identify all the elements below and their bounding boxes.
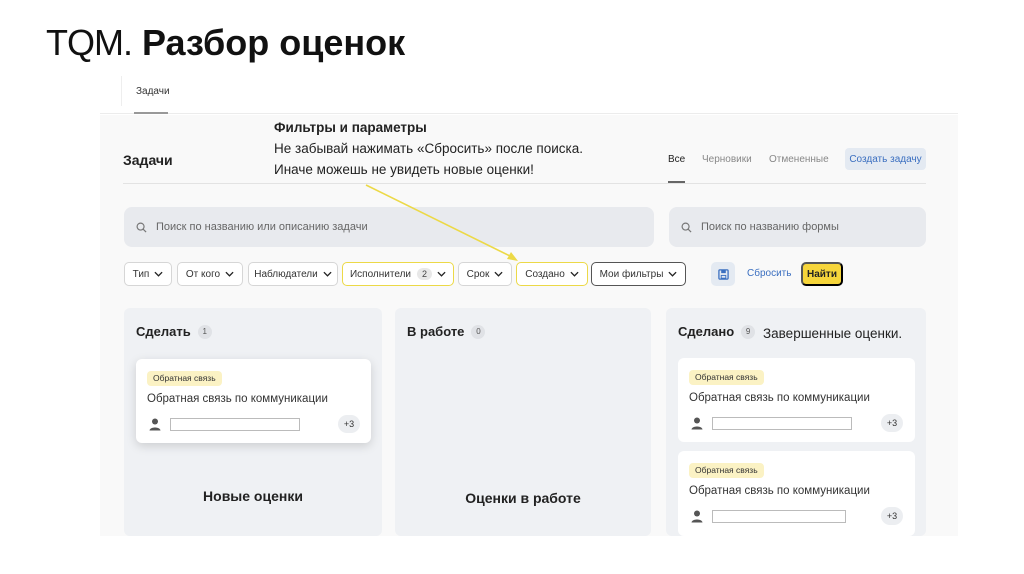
filter-my-filters[interactable]: Мои фильтры xyxy=(591,262,686,286)
chevron-down-icon xyxy=(154,271,163,277)
slide-title: TQM. Разбор оценок xyxy=(46,22,405,64)
column-todo: Сделать 1 Обратная связь Обратная связь … xyxy=(124,308,382,536)
tab-drafts[interactable]: Черновики xyxy=(702,154,752,165)
filter-from-label: От кого xyxy=(185,268,221,280)
nav-left-edge xyxy=(100,76,122,106)
create-task-button[interactable]: Создать задачу xyxy=(845,148,926,170)
annotation-line-2: Иначе можешь не увидеть новые оценки! xyxy=(274,162,534,177)
chevron-down-icon xyxy=(494,271,503,277)
form-search-placeholder: Поиск по названию формы xyxy=(701,221,839,233)
find-button[interactable]: Найти xyxy=(801,262,843,286)
tab-all[interactable]: Все xyxy=(668,154,685,165)
column-in-progress-note: Оценки в работе xyxy=(465,490,581,506)
card-extra-assignees[interactable]: +3 xyxy=(881,414,903,432)
filter-type[interactable]: Тип xyxy=(124,262,172,286)
column-in-progress-count: 0 xyxy=(471,324,486,339)
slide-title-prefix: TQM. xyxy=(46,22,133,63)
header-divider xyxy=(123,183,926,184)
nav-tab-underline xyxy=(134,112,168,114)
filter-executors[interactable]: Исполнители 2 xyxy=(342,262,454,286)
nav-tab-tasks[interactable]: Задачи xyxy=(136,86,170,97)
filter-deadline-label: Срок xyxy=(466,268,490,280)
avatar-icon xyxy=(691,417,703,430)
column-done-title: Сделано xyxy=(678,324,735,339)
filter-type-label: Тип xyxy=(132,268,150,280)
search-icon xyxy=(136,222,147,233)
annotation-line-1: Не забывай нажимать «Сбросить» после пои… xyxy=(274,141,584,156)
filter-from[interactable]: От кого xyxy=(177,262,243,286)
column-done-note: Завершенные оценки. xyxy=(763,326,903,341)
column-todo-title: Сделать xyxy=(136,324,191,339)
filter-observers[interactable]: Наблюдатели xyxy=(248,262,338,286)
search-icon xyxy=(681,222,692,233)
card-type-badge: Обратная связь xyxy=(689,463,764,478)
form-search-input[interactable]: Поиск по названию формы xyxy=(669,207,926,247)
task-card[interactable]: Обратная связь Обратная связь по коммуни… xyxy=(678,451,915,536)
card-assignee-name xyxy=(712,510,846,523)
chevron-down-icon xyxy=(668,271,677,277)
card-title: Обратная связь по коммуникации xyxy=(689,392,870,404)
slide-title-main: Разбор оценок xyxy=(142,22,406,63)
column-done-count: 9 xyxy=(741,324,756,339)
card-title: Обратная связь по коммуникации xyxy=(689,485,870,497)
filter-executors-label: Исполнители xyxy=(349,268,411,280)
floppy-disk-icon xyxy=(717,268,729,280)
card-extra-assignees[interactable]: +3 xyxy=(338,415,360,433)
filter-deadline[interactable]: Срок xyxy=(458,262,512,286)
top-navigation: Задачи xyxy=(100,72,958,114)
reset-filters-link[interactable]: Сбросить xyxy=(747,268,791,279)
card-type-badge: Обратная связь xyxy=(147,371,222,386)
column-in-progress: В работе 0 Оценки в работе xyxy=(395,308,651,536)
column-todo-count: 1 xyxy=(197,324,212,339)
column-todo-header: Сделать 1 xyxy=(136,324,212,339)
card-assignee-name xyxy=(170,418,300,431)
card-type-badge: Обратная связь xyxy=(689,370,764,385)
chevron-down-icon xyxy=(225,271,234,277)
card-extra-assignees[interactable]: +3 xyxy=(881,507,903,525)
chevron-down-icon xyxy=(437,271,446,277)
column-done: Сделано 9 Завершенные оценки. Обратная с… xyxy=(666,308,926,536)
tasks-app: Задачи Все Черновики Отмененные Создать … xyxy=(100,115,958,536)
tab-cancelled[interactable]: Отмененные xyxy=(769,154,829,165)
filter-observers-label: Наблюдатели xyxy=(254,268,318,280)
avatar-icon xyxy=(691,510,703,523)
chevron-down-icon xyxy=(323,271,332,277)
card-title: Обратная связь по коммуникации xyxy=(147,393,328,405)
save-filters-button[interactable] xyxy=(711,262,735,286)
filter-executors-count: 2 xyxy=(417,268,433,280)
avatar-icon xyxy=(149,418,161,431)
column-in-progress-header: В работе 0 xyxy=(407,324,486,339)
filter-created[interactable]: Создано xyxy=(516,262,588,286)
filters-annotation: Фильтры и параметры Не забывай нажимать … xyxy=(274,117,583,180)
card-assignee-name xyxy=(712,417,852,430)
chevron-down-icon xyxy=(570,271,579,277)
filter-created-label: Создано xyxy=(525,268,565,280)
column-done-header: Сделано 9 xyxy=(678,324,756,339)
task-search-input[interactable]: Поиск по названию или описанию задачи xyxy=(124,207,654,247)
column-todo-note: Новые оценки xyxy=(203,488,303,504)
task-card[interactable]: Обратная связь Обратная связь по коммуни… xyxy=(136,359,371,443)
page-title: Задачи xyxy=(123,152,173,168)
column-in-progress-title: В работе xyxy=(407,324,465,339)
annotation-title: Фильтры и параметры xyxy=(274,120,427,135)
filter-my-filters-label: Мои фильтры xyxy=(599,268,664,280)
task-search-placeholder: Поиск по названию или описанию задачи xyxy=(156,221,368,233)
task-card[interactable]: Обратная связь Обратная связь по коммуни… xyxy=(678,358,915,442)
